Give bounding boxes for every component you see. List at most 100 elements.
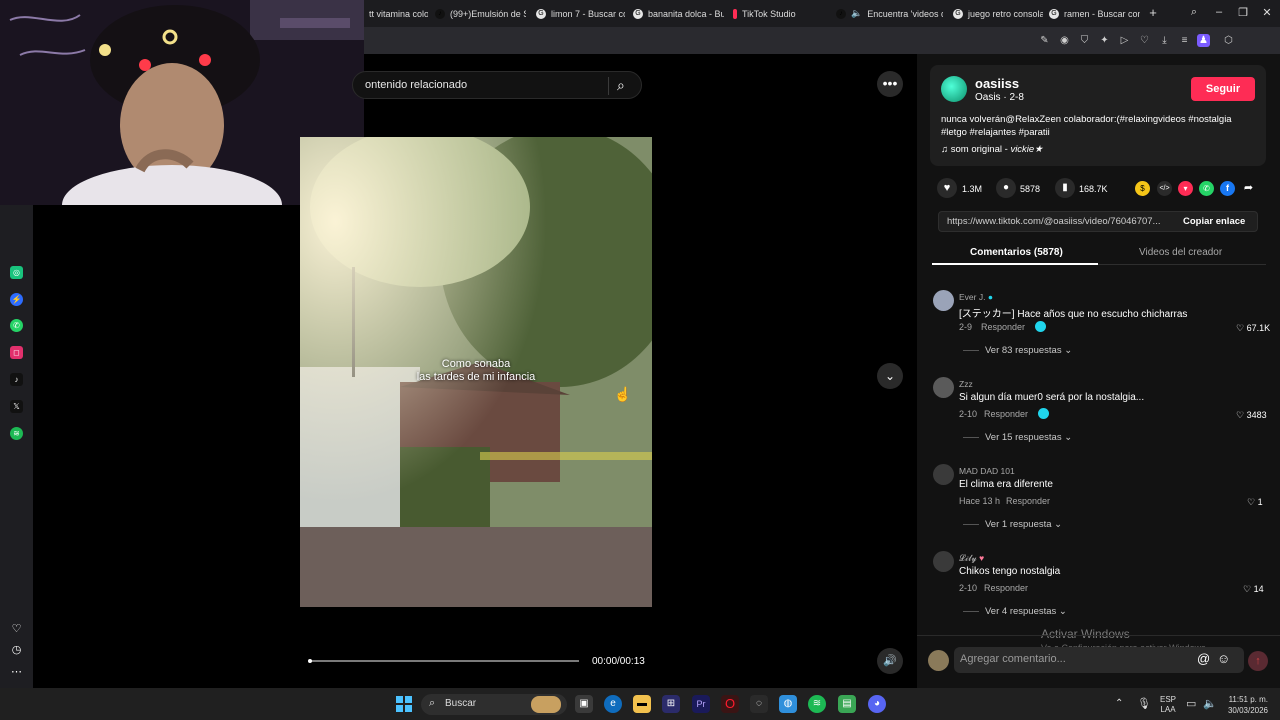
whatsapp-share-icon[interactable]: ✆ — [1199, 181, 1214, 196]
spotify-icon[interactable]: ≋ — [808, 695, 826, 713]
cube-icon[interactable]: ⬡ — [1222, 34, 1235, 47]
tab-6-active[interactable]: ♪ 🔈 Encuentra 'videos de — [831, 3, 943, 24]
comment-likes[interactable]: ♡ 14 — [1243, 584, 1264, 595]
new-tab-button[interactable]: + — [1145, 5, 1161, 20]
more-options-icon[interactable]: ••• — [877, 71, 903, 97]
avatar[interactable] — [933, 551, 954, 572]
tab-5[interactable]: TikTok Studio — [728, 3, 823, 24]
heart-icon[interactable]: ♡ — [1138, 34, 1151, 47]
app-icon[interactable]: ◌ — [750, 695, 768, 713]
tab-1[interactable]: tt vitamina colom — [364, 3, 428, 24]
reply-button[interactable]: Responder — [1006, 496, 1050, 506]
comment-user[interactable]: Ever J. ● — [959, 292, 993, 302]
minimize-icon[interactable]: – — [1211, 6, 1227, 18]
chevron-up-icon[interactable]: ⌃ — [1115, 698, 1123, 709]
creator-avatar[interactable] — [941, 76, 967, 102]
tab-creator-videos[interactable]: Videos del creador — [1139, 247, 1222, 258]
tab-3[interactable]: Glimon 7 - Buscar con — [531, 3, 625, 24]
language-indicator[interactable]: ESP LAA — [1160, 695, 1176, 715]
tab-2[interactable]: ♪ (99+)Emulsión de Sc — [430, 3, 526, 24]
more-icon[interactable]: ⋯ — [10, 666, 23, 679]
video-url[interactable]: https://www.tiktok.com/@oasiiss/video/76… — [947, 216, 1160, 227]
creator-username[interactable]: oasiiss — [975, 76, 1019, 91]
shield-icon[interactable]: ⛉ — [1078, 34, 1091, 47]
extension-icon[interactable]: ✦ — [1098, 34, 1111, 47]
app-icon[interactable]: ◍ — [779, 695, 797, 713]
view-replies-button[interactable]: Ver 1 respuesta ⌄ — [985, 519, 1062, 530]
clock[interactable]: 11:51 p. m. 30/03/2026 — [1226, 694, 1268, 716]
heart-icon[interactable]: ♡ — [10, 623, 23, 636]
x-icon[interactable]: 𝕏 — [10, 400, 23, 413]
emoji-icon[interactable]: ☺ — [1217, 651, 1230, 666]
bookmark-icon[interactable]: ▮ — [1055, 178, 1075, 198]
coin-icon[interactable]: $ — [1135, 181, 1150, 196]
comment-user[interactable]: Zzz — [959, 379, 973, 389]
sound-row[interactable]: ♫ som original - vickie★ — [941, 144, 1043, 155]
play-icon[interactable]: ▷ — [1118, 34, 1131, 47]
edge-icon[interactable]: e — [604, 695, 622, 713]
sticker-icon[interactable] — [1035, 321, 1046, 332]
sticker-icon[interactable] — [1038, 408, 1049, 419]
view-replies-button[interactable]: Ver 4 respuestas ⌄ — [985, 606, 1067, 617]
opera-gx-icon[interactable]: O — [721, 695, 739, 713]
premiere-icon[interactable]: Pr — [692, 695, 710, 713]
comment-user[interactable]: 𝓛𝓲𝓵𝔂 ♥ — [959, 553, 984, 564]
task-view-icon[interactable]: ▣ — [575, 695, 593, 713]
video-progress-bar[interactable] — [308, 659, 579, 663]
download-icon[interactable]: ⤓ — [1158, 34, 1171, 47]
like-icon[interactable]: ♥ — [937, 178, 957, 198]
spotify-icon[interactable]: ≋ — [10, 427, 23, 440]
reply-button[interactable]: Responder — [984, 583, 1028, 593]
view-replies-button[interactable]: Ver 83 respuestas ⌄ — [985, 345, 1072, 356]
tab-4[interactable]: Gbananita dolca - Busc — [628, 3, 724, 24]
profile-icon[interactable]: ♟ — [1197, 34, 1210, 47]
file-explorer-icon[interactable]: ▬ — [633, 695, 651, 713]
chatgpt-icon[interactable]: ◎ — [10, 266, 23, 279]
video-player[interactable]: Como sonaba las tardes de mi infancia — [300, 137, 652, 607]
send-comment-button[interactable]: ↑ — [1248, 651, 1268, 671]
taskbar-search[interactable]: ⌕ Buscar — [421, 694, 567, 715]
mention-icon[interactable]: @ — [1197, 651, 1210, 666]
related-content-search[interactable]: ontenido relacionado ⌕ — [352, 71, 642, 99]
view-replies-button[interactable]: Ver 15 respuestas ⌄ — [985, 432, 1072, 443]
avatar[interactable] — [933, 290, 954, 311]
network-icon[interactable]: ▭ — [1186, 697, 1196, 710]
search-icon[interactable]: ⌕ — [617, 77, 625, 94]
whatsapp-icon[interactable]: ✆ — [10, 319, 23, 332]
tab-8[interactable]: Gramen - Buscar con G — [1044, 3, 1140, 24]
comment-icon[interactable]: ● — [996, 178, 1016, 198]
send-icon[interactable]: ▾ — [1178, 181, 1193, 196]
search-tabs-icon[interactable]: ⌕ — [1186, 6, 1202, 19]
video-progress-handle[interactable] — [308, 659, 312, 663]
messenger-icon[interactable]: ⚡ — [10, 293, 23, 306]
copy-link-button[interactable]: Copiar enlace — [1183, 216, 1245, 227]
comment-likes[interactable]: ♡ 1 — [1247, 497, 1263, 508]
close-icon[interactable]: ✕ — [1259, 6, 1275, 19]
windows-start-icon[interactable] — [396, 696, 412, 712]
microphone-icon[interactable]: 🎙 — [1137, 697, 1151, 710]
chevron-down-icon[interactable]: ⌄ — [877, 363, 903, 389]
avatar[interactable] — [933, 377, 954, 398]
discord-icon[interactable]: ◕ — [868, 695, 886, 713]
tiktok-icon[interactable]: ♪ — [10, 373, 23, 386]
comment-user[interactable]: MAD DAD 101 — [959, 466, 1015, 476]
reply-button[interactable]: Responder — [984, 409, 1028, 419]
store-icon[interactable]: ⊞ — [662, 695, 680, 713]
follow-button[interactable]: Seguir — [1191, 77, 1255, 101]
avatar[interactable] — [933, 464, 954, 485]
menu-icon[interactable]: ≡ — [1178, 34, 1191, 47]
share-icon[interactable]: ➦ — [1241, 181, 1256, 196]
embed-icon[interactable]: </> — [1157, 181, 1172, 196]
edit-icon[interactable]: ✎ — [1038, 34, 1051, 47]
instagram-icon[interactable]: ◻ — [10, 346, 23, 359]
camera-icon[interactable]: ◉ — [1058, 34, 1071, 47]
volume-icon[interactable]: 🔈 — [1203, 697, 1217, 710]
volume-icon[interactable]: 🔊 — [877, 648, 903, 674]
tab-comments[interactable]: Comentarios (5878) — [970, 247, 1063, 258]
maximize-icon[interactable]: ❐ — [1235, 6, 1251, 19]
facebook-share-icon[interactable]: f — [1220, 181, 1235, 196]
history-icon[interactable]: ◷ — [10, 644, 23, 657]
reply-button[interactable]: Responder — [981, 322, 1025, 332]
comment-likes[interactable]: ♡ 67.1K — [1236, 323, 1270, 334]
comment-likes[interactable]: ♡ 3483 — [1236, 410, 1267, 421]
